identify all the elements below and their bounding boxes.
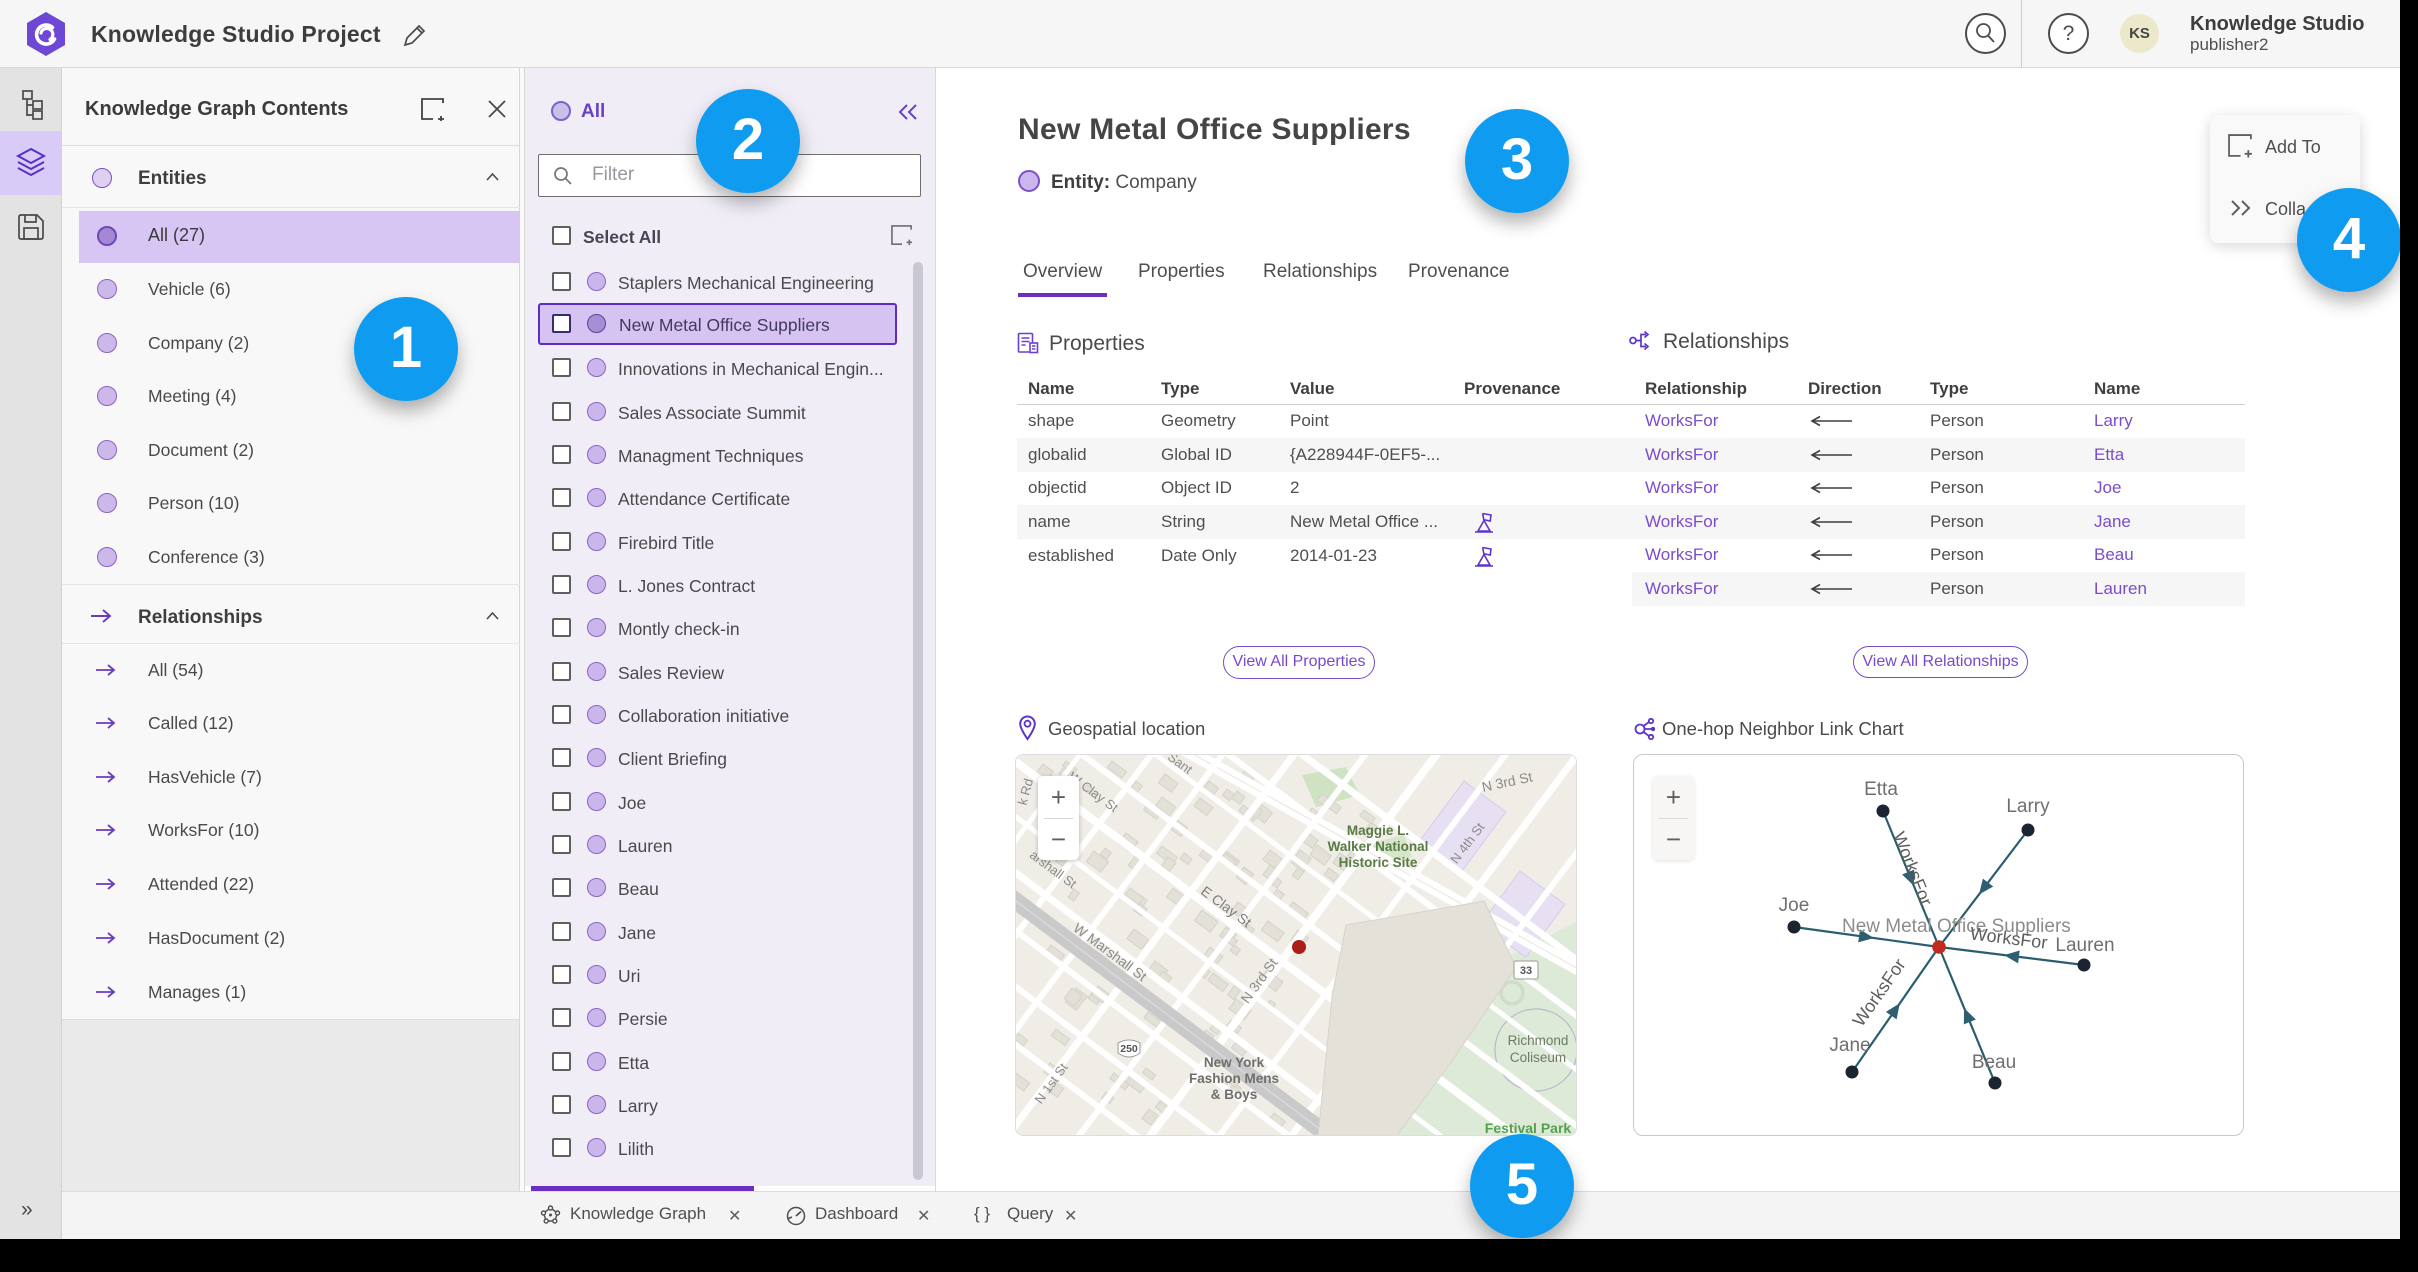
svg-text:Walker National: Walker National [1328, 839, 1429, 854]
svg-text:Beau: Beau [1972, 1052, 2016, 1073]
svg-text:WorksFor: WorksFor [1889, 829, 1937, 909]
svg-text:Jane: Jane [1829, 1035, 1870, 1056]
svg-text:Joe: Joe [1779, 895, 1810, 916]
svg-text:Lauren: Lauren [2055, 935, 2114, 956]
svg-text:33: 33 [1520, 965, 1532, 977]
svg-text:& Boys: & Boys [1211, 1087, 1258, 1102]
svg-text:Historic Site: Historic Site [1339, 855, 1418, 870]
svg-text:WorksFor: WorksFor [1849, 955, 1910, 1030]
svg-text:Richmond: Richmond [1508, 1033, 1569, 1048]
svg-text:Larry: Larry [2006, 796, 2050, 817]
svg-text:Maggie L.: Maggie L. [1347, 823, 1409, 838]
svg-text:Coliseum: Coliseum [1510, 1050, 1566, 1065]
svg-text:Fashion Mens: Fashion Mens [1189, 1071, 1279, 1086]
svg-text:250: 250 [1120, 1043, 1138, 1055]
svg-text:Etta: Etta [1864, 779, 1898, 800]
svg-text:New York: New York [1204, 1055, 1265, 1070]
